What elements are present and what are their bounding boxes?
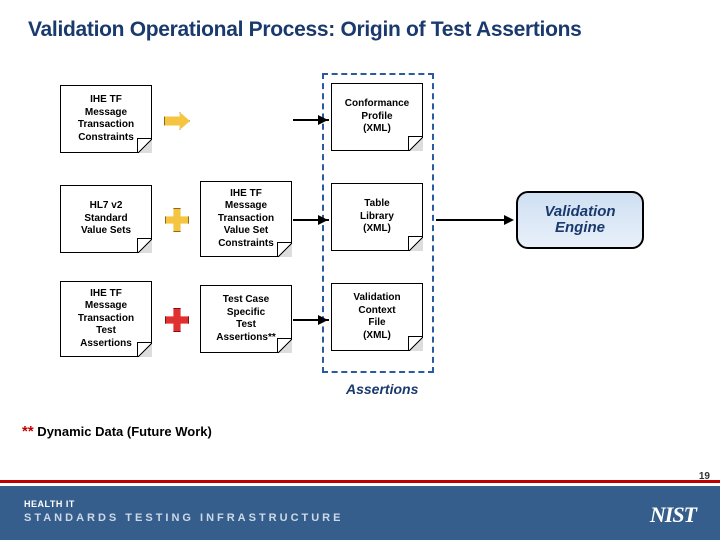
- box-test-case-assertions: Test Case Specific Test Assertions**: [200, 285, 292, 353]
- xml-group: Conformance Profile (XML) Table Library …: [322, 73, 434, 373]
- box-hl7-value-sets: HL7 v2 Standard Value Sets: [60, 185, 152, 253]
- arrowhead-icon: [318, 215, 328, 225]
- nist-logo: NIST: [650, 502, 696, 528]
- footer-line2: STANDARDS TESTING INFRASTRUCTURE: [24, 512, 343, 524]
- footnote-stars: **: [22, 423, 34, 440]
- plus-icon-red: [162, 307, 192, 333]
- footnote-text: Dynamic Data (Future Work): [34, 424, 212, 439]
- box-validation-context: Validation Context File (XML): [331, 283, 423, 351]
- box-table-library: Table Library (XML): [331, 183, 423, 251]
- validation-engine: Validation Engine: [516, 191, 644, 249]
- footer-line1: HEALTH IT: [24, 499, 75, 509]
- box-conformance-profile: Conformance Profile (XML): [331, 83, 423, 151]
- footnote: ** Dynamic Data (Future Work): [22, 423, 212, 440]
- footer-bar: HEALTH IT STANDARDS TESTING INFRASTRUCTU…: [0, 486, 720, 540]
- arrowhead-icon: [318, 115, 328, 125]
- diagram-area: HL7 v2 Standard Message Definition IHE T…: [60, 85, 660, 415]
- box-ihe-test-assertions: IHE TF Message Transaction Test Assertio…: [60, 281, 152, 357]
- footer-branding: HEALTH IT STANDARDS TESTING INFRASTRUCTU…: [24, 499, 343, 525]
- arrow-icon: [162, 111, 192, 131]
- box-ihe-constraints: IHE TF Message Transaction Constraints: [60, 85, 152, 153]
- assertions-label: Assertions: [346, 381, 418, 397]
- box-ihe-value-constraints: IHE TF Message Transaction Value Set Con…: [200, 181, 292, 257]
- plus-icon: [162, 207, 192, 233]
- arrowhead-icon: [318, 315, 328, 325]
- arrowhead-icon: [504, 215, 514, 225]
- page-title: Validation Operational Process: Origin o…: [0, 0, 720, 42]
- connector-line: [436, 219, 508, 221]
